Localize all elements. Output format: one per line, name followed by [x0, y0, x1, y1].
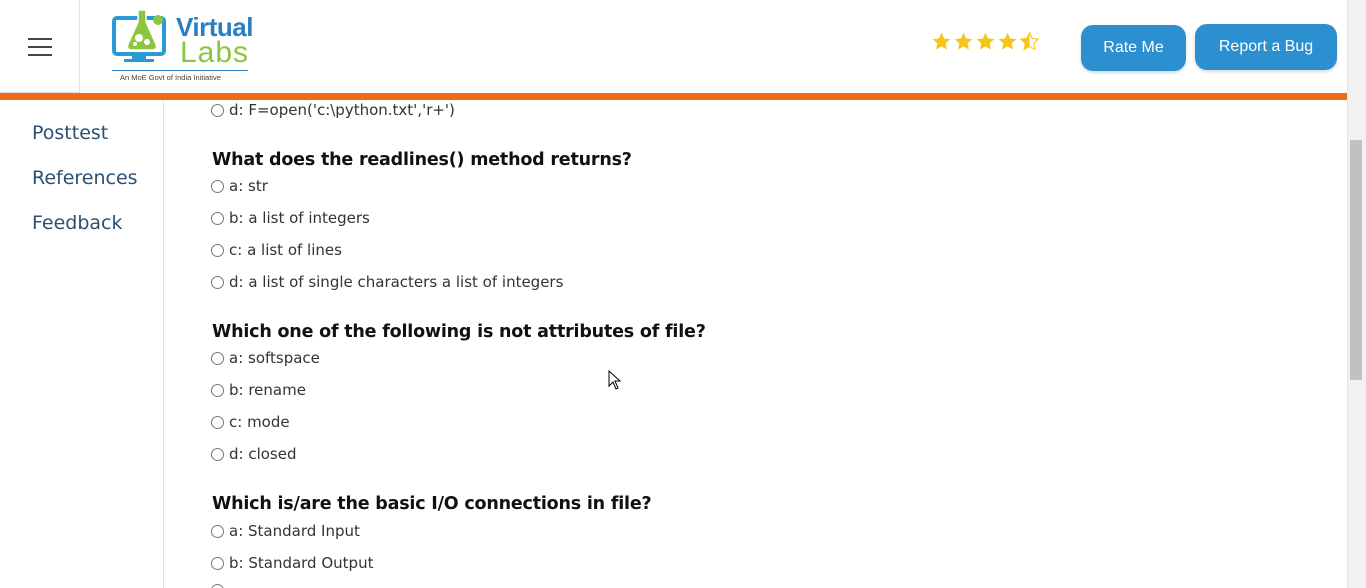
half-star-icon[interactable] [1019, 31, 1040, 52]
star-icon[interactable] [931, 31, 952, 52]
question-title: Which one of the following is not attrib… [212, 322, 706, 342]
option-label: c: a list of lines [229, 241, 342, 259]
option-row[interactable]: c: mode [211, 413, 290, 431]
menu-button[interactable] [0, 0, 80, 93]
top-header: Virtual Labs An MoE Govt of India Initia… [0, 0, 1347, 93]
hamburger-icon-line [28, 46, 52, 48]
radio-button[interactable] [211, 447, 224, 461]
header-accent-bar [0, 93, 1347, 100]
hamburger-icon [28, 38, 52, 40]
option-row[interactable]: d: closed [211, 445, 297, 463]
rate-me-button[interactable]: Rate Me [1081, 25, 1186, 71]
question-title: What does the readlines() method returns… [212, 150, 632, 170]
scrollbar-thumb[interactable] [1350, 140, 1362, 380]
logo-divider [112, 70, 248, 71]
question-title: Which is/are the basic I/O connections i… [212, 494, 652, 514]
option-label: a: softspace [229, 349, 320, 367]
sidebar-item-references[interactable]: References [32, 167, 138, 189]
option-label: a: Standard Input [229, 522, 360, 540]
option-row[interactable]: a: Standard Input [211, 522, 360, 540]
rating-stars[interactable] [931, 31, 1040, 52]
sidebar-nav: Posttest References Feedback [0, 100, 164, 588]
option-label: b: Standard Output [229, 554, 374, 572]
star-icon[interactable] [975, 31, 996, 52]
option-row[interactable]: b: Standard Output [211, 554, 373, 572]
logo-text-labs: Labs [180, 36, 250, 69]
option-label: b: a list of integers [229, 209, 370, 227]
lab-flask-logo-icon [112, 9, 166, 62]
option-row[interactable]: d: F=open('c:\python.txt','r+') [211, 101, 455, 119]
option-row[interactable]: c: a list of lines [211, 241, 342, 259]
radio-button[interactable] [211, 584, 224, 588]
sidebar-item-posttest[interactable]: Posttest [32, 122, 108, 144]
option-row[interactable]: b: a list of integers [211, 209, 370, 227]
radio-button[interactable] [211, 556, 224, 570]
hamburger-icon-line [28, 54, 52, 56]
virtual-labs-logo[interactable]: Virtual Labs An MoE Govt of India Initia… [110, 8, 260, 86]
option-row[interactable]: a: str [211, 177, 268, 195]
report-bug-button[interactable]: Report a Bug [1195, 24, 1337, 70]
option-label: d: F=open('c:\python.txt','r+') [229, 101, 455, 119]
radio-button[interactable] [211, 275, 224, 289]
star-icon[interactable] [953, 31, 974, 52]
option-row[interactable]: a: softspace [211, 349, 320, 367]
radio-button[interactable] [211, 103, 224, 117]
option-row[interactable]: d: a list of single characters a list of… [211, 273, 563, 291]
quiz-content: d: F=open('c:\python.txt','r+') What doe… [164, 100, 1347, 588]
radio-button[interactable] [211, 383, 224, 397]
radio-button[interactable] [211, 415, 224, 429]
radio-button[interactable] [211, 243, 224, 257]
mouse-pointer-icon [608, 370, 622, 390]
sidebar-item-feedback[interactable]: Feedback [32, 212, 122, 234]
logo-tagline: An MoE Govt of India Initiative [120, 73, 221, 82]
radio-button[interactable] [211, 179, 224, 193]
option-label: d: a list of single characters a list of… [229, 273, 564, 291]
option-label: b: rename [229, 381, 306, 399]
star-icon[interactable] [997, 31, 1018, 52]
option-row-partial[interactable] [211, 584, 229, 588]
option-label: a: str [229, 177, 268, 195]
option-label: c: mode [229, 413, 290, 431]
radio-button[interactable] [211, 351, 224, 365]
option-label: d: closed [229, 445, 297, 463]
radio-button[interactable] [211, 524, 224, 538]
option-row[interactable]: b: rename [211, 381, 306, 399]
radio-button[interactable] [211, 211, 224, 225]
